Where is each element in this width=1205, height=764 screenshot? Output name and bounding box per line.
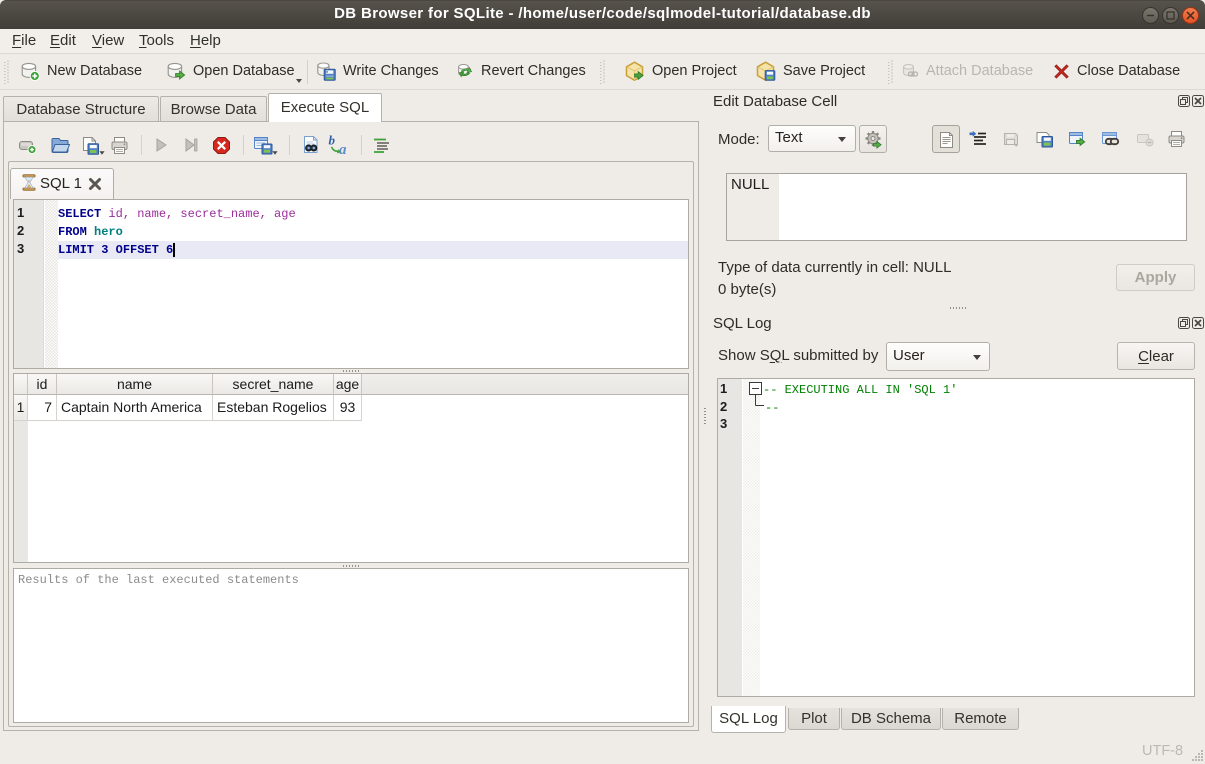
svg-text:a: a xyxy=(339,142,347,156)
svg-text:b: b xyxy=(329,134,336,148)
